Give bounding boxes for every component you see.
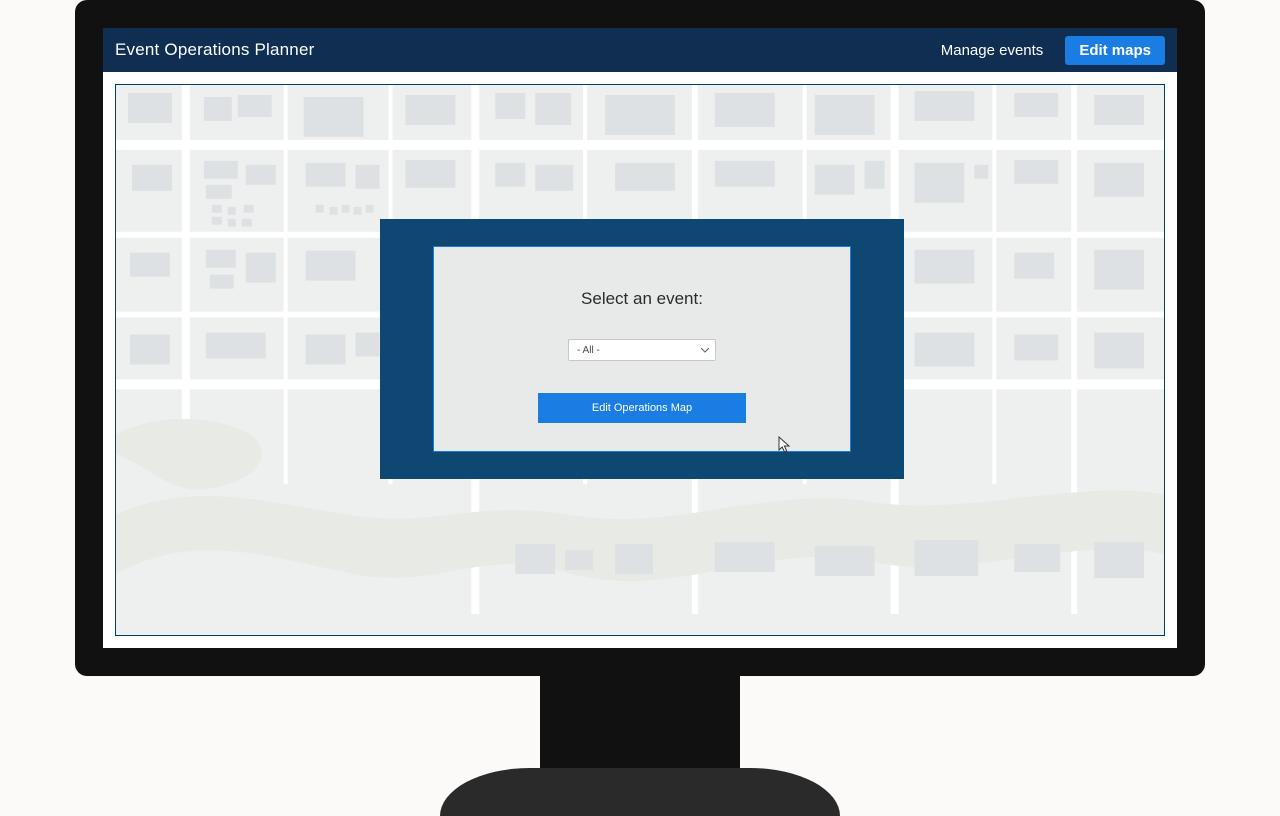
- modal-title: Select an event:: [581, 289, 703, 309]
- edit-operations-map-button[interactable]: Edit Operations Map: [538, 393, 746, 423]
- screen: Event Operations Planner Manage events E…: [103, 28, 1177, 648]
- monitor-frame: Event Operations Planner Manage events E…: [75, 0, 1205, 676]
- event-select-modal: Select an event: - All - Edit Operations…: [380, 219, 904, 479]
- nav-manage-events[interactable]: Manage events: [941, 42, 1044, 59]
- map-frame[interactable]: Select an event: - All - Edit Operations…: [115, 84, 1165, 636]
- event-select-modal-inner: Select an event: - All - Edit Operations…: [433, 246, 851, 452]
- app-header: Event Operations Planner Manage events E…: [103, 28, 1177, 72]
- nav-edit-maps[interactable]: Edit maps: [1065, 36, 1165, 65]
- monitor-stand-base: [440, 768, 840, 816]
- app-title: Event Operations Planner: [115, 40, 314, 60]
- event-select[interactable]: - All -: [568, 339, 716, 361]
- nav-right: Manage events Edit maps: [941, 36, 1165, 65]
